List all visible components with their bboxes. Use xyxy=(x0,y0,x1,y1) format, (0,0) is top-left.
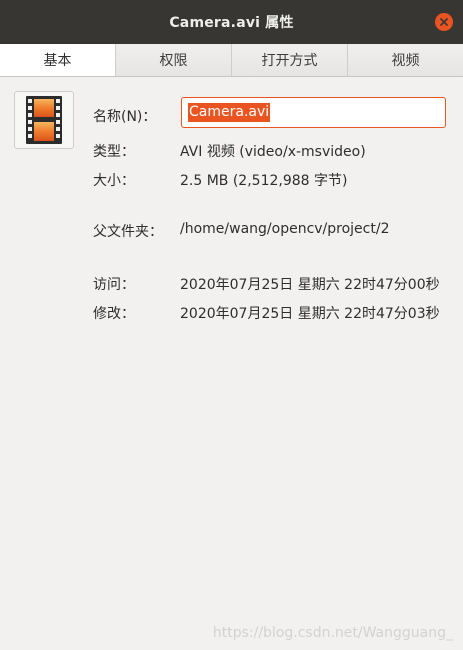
accessed-value: 2020年07月25日 星期六 22时47分00秒 xyxy=(180,277,440,293)
size-value: 2.5 MB (2,512,988 字节) xyxy=(180,173,348,189)
tab-open-with[interactable]: 打开方式 xyxy=(232,44,348,76)
video-file-icon xyxy=(26,96,62,144)
title-bar[interactable]: Camera.avi 属性 xyxy=(0,0,463,44)
size-label: 大小： xyxy=(93,173,135,189)
tab-basic[interactable]: 基本 xyxy=(0,44,116,76)
type-label: 类型： xyxy=(93,144,135,160)
modified-value: 2020年07月25日 星期六 22时47分03秒 xyxy=(180,306,440,322)
parent-folder-label: 父文件夹： xyxy=(93,224,163,240)
tab-permissions[interactable]: 权限 xyxy=(116,44,232,76)
name-input-value: Camera.avi xyxy=(188,103,271,122)
type-value: AVI 视频 (video/x-msvideo) xyxy=(180,144,366,160)
tab-bar: 基本 权限 打开方式 视频 xyxy=(0,44,463,77)
parent-folder-value[interactable]: /home/wang/opencv/project/2 xyxy=(180,221,389,237)
accessed-label: 访问： xyxy=(93,277,135,293)
properties-window: Camera.avi 属性 基本 权限 打开方式 视频 名称(N)： Camer… xyxy=(0,0,463,650)
tab-video[interactable]: 视频 xyxy=(348,44,463,76)
close-icon xyxy=(440,18,448,26)
name-label: 名称(N)： xyxy=(93,109,157,125)
close-button[interactable] xyxy=(435,13,453,31)
watermark: https://blog.csdn.net/Wangguang_ xyxy=(212,625,453,641)
name-input[interactable]: Camera.avi xyxy=(181,97,446,128)
file-icon-button[interactable] xyxy=(14,91,74,149)
modified-label: 修改： xyxy=(93,306,135,322)
window-title: Camera.avi 属性 xyxy=(169,15,294,31)
